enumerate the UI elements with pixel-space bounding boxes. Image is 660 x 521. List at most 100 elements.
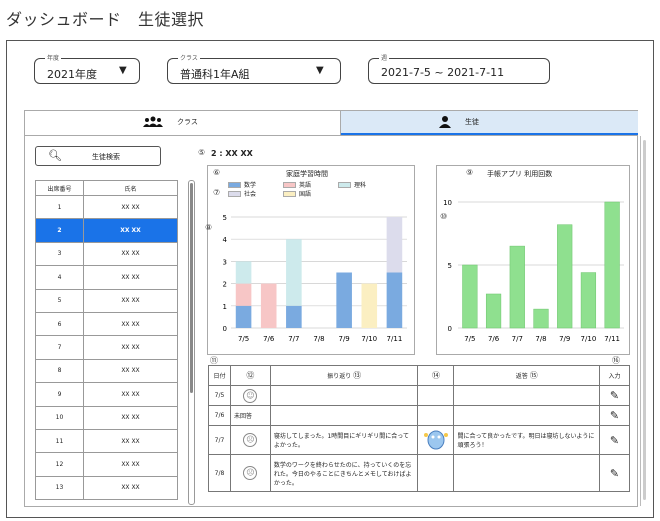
- student-list-scrollbar[interactable]: [188, 180, 195, 505]
- input-cell: ✎: [599, 385, 630, 406]
- student-search-label: 生徒検索: [92, 153, 120, 161]
- student-row[interactable]: 8 XX XX: [35, 358, 178, 384]
- y-tick-label: 3: [223, 258, 227, 266]
- student-row[interactable]: 1 XX XX: [35, 194, 178, 220]
- student-row[interactable]: 7 XX XX: [35, 335, 178, 360]
- bar-segment: [235, 261, 252, 284]
- reflection-text: 数学のワークを終わらせたのに、持っていくのを忘れた。今日のやることにきちんとメモ…: [269, 454, 419, 492]
- student-name: XX XX: [83, 288, 178, 313]
- student-name: XX XX: [83, 335, 178, 360]
- bar: [533, 308, 549, 329]
- x-tick-label: 7/5: [464, 335, 475, 343]
- y-tick-label: 10: [443, 199, 452, 207]
- student-row[interactable]: 11 XX XX: [35, 428, 178, 454]
- student-row[interactable]: 3 XX XX: [35, 241, 178, 267]
- search-icon: 🔍︎: [48, 149, 62, 162]
- bar: [509, 245, 525, 329]
- scrollbar-thumb[interactable]: [643, 140, 646, 500]
- year-select-label: 年度: [45, 53, 62, 62]
- x-tick-label: 7/10: [581, 335, 597, 343]
- student-no: 6: [35, 311, 84, 337]
- student-row[interactable]: 6 XX XX: [35, 311, 178, 337]
- reflection-row: 7/5 ☺ ✎: [208, 385, 630, 406]
- x-tick-label: 7/8: [535, 335, 546, 343]
- student-row[interactable]: 5 XX XX: [35, 288, 178, 313]
- y-tick-label: 1: [223, 303, 227, 311]
- student-row[interactable]: 4 XX XX: [35, 265, 178, 290]
- student-name: XX XX: [83, 452, 178, 477]
- smile-face-icon: ☺: [243, 388, 258, 403]
- study-time-chart-plot: 0 1 2 3 4 5 7/5 7/6 7/7 7/8 7/9 7/10 7/11: [223, 214, 407, 343]
- student-name: XX XX: [83, 194, 178, 220]
- bar-segment: [361, 283, 378, 328]
- bar: [604, 201, 620, 329]
- chevron-down-icon: ▼: [119, 65, 127, 76]
- student-name: XX XX: [83, 265, 178, 290]
- bar-segment: [336, 272, 352, 328]
- input-cell: ✎: [599, 425, 630, 455]
- student-name: XX XX: [83, 218, 178, 243]
- col-name: 氏名: [83, 180, 178, 196]
- bar-segment: [286, 305, 302, 328]
- col-reply-label: 返答: [515, 373, 528, 380]
- reflection-row: 7/8 ☹ 数学のワークを終わらせたのに、持っていくのを忘れた。今日のやることにきち…: [208, 454, 630, 492]
- student-row[interactable]: 2 XX XX: [35, 218, 178, 243]
- student-no: 12: [35, 452, 84, 477]
- sad-face-icon: ☹: [243, 433, 258, 447]
- pencil-icon[interactable]: ✎: [610, 409, 619, 422]
- tab-class[interactable]: クラス: [25, 111, 341, 135]
- reply-text: [453, 385, 600, 406]
- student-name: XX XX: [83, 428, 178, 454]
- student-name: XX XX: [83, 311, 178, 337]
- student-no: 2: [35, 218, 84, 243]
- bar-segment: [260, 283, 277, 328]
- student-no: 5: [35, 288, 84, 313]
- marker-13: ⑬: [353, 371, 362, 380]
- avatar-cell: [417, 454, 455, 492]
- student-no: 13: [35, 475, 84, 501]
- class-select-label: クラス: [178, 53, 200, 62]
- y-tick-label: 5: [448, 262, 452, 270]
- col-reply: 返答 ⑮: [453, 365, 600, 386]
- student-row[interactable]: 12 XX XX: [35, 452, 178, 477]
- marker-5: ⑤: [198, 148, 206, 157]
- x-tick-label: 7/8: [313, 335, 324, 343]
- student-table: 出席番号 氏名 1 XX XX 2 XX XX 3 XX XX 4 XX XX 5 XX XX 6 X…: [35, 180, 178, 501]
- y-tick-label: 5: [223, 214, 227, 222]
- col-attendance-no: 出席番号: [35, 180, 84, 196]
- bar: [485, 293, 502, 329]
- content-scrollbar[interactable]: [640, 136, 647, 506]
- x-tick-label: 7/6: [488, 335, 500, 343]
- sad-face-icon: ☹: [243, 466, 258, 480]
- person-icon: [439, 116, 451, 128]
- reflection-table-header: 日付 ⑫ 振り返り ⑬ ⑭ 返答 ⑮ 入力: [208, 365, 630, 386]
- scrollbar-thumb[interactable]: [190, 183, 193, 393]
- reflection-date: 7/7: [208, 425, 231, 455]
- student-no: 3: [35, 241, 84, 267]
- week-select-label: 週: [379, 53, 390, 62]
- x-tick-label: 7/11: [387, 335, 403, 343]
- student-search-button[interactable]: 🔍︎ 生徒検索: [35, 146, 161, 166]
- student-no: 11: [35, 428, 84, 454]
- col-avatar: ⑭: [417, 365, 455, 386]
- tab-bar: クラス 生徒: [24, 110, 638, 135]
- tab-class-label: クラス: [177, 118, 198, 126]
- student-name: XX XX: [83, 475, 178, 501]
- tab-student[interactable]: 生徒: [341, 111, 638, 135]
- pencil-icon[interactable]: ✎: [610, 389, 619, 402]
- page-title: ダッシュボード 生徒選択: [6, 10, 205, 29]
- student-row[interactable]: 10 XX XX: [35, 405, 178, 430]
- mood-cell: ☹: [229, 454, 271, 492]
- pencil-icon[interactable]: ✎: [610, 467, 619, 480]
- bar: [462, 264, 478, 329]
- year-select[interactable]: 年度 2021年度 ▼: [34, 53, 140, 84]
- class-select[interactable]: クラス 普通科1年A組 ▼: [167, 53, 341, 84]
- chevron-down-icon: ▼: [316, 65, 324, 76]
- x-tick-label: 7/5: [238, 335, 249, 343]
- col-reflection-label: 振り返り: [327, 373, 352, 380]
- student-row[interactable]: 13 XX XX: [35, 475, 178, 501]
- reflection-text: [269, 385, 419, 406]
- student-row[interactable]: 9 XX XX: [35, 382, 178, 407]
- pencil-icon[interactable]: ✎: [610, 434, 619, 447]
- week-select[interactable]: 週 2021-7-5 ~ 2021-7-11: [368, 53, 550, 84]
